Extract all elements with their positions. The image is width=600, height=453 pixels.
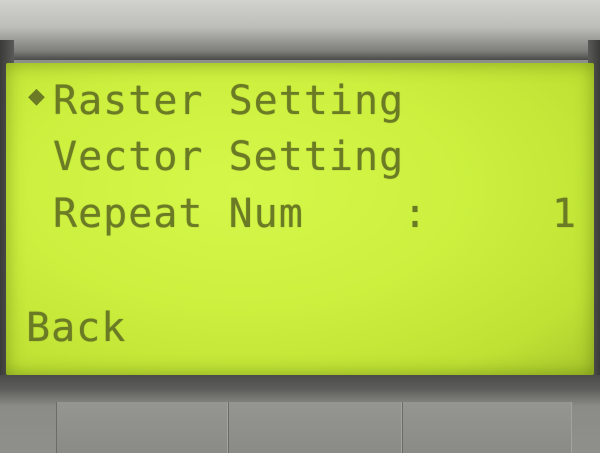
panel-key-3[interactable]: [402, 402, 572, 453]
menu-item-vector-setting[interactable]: Vector Setting: [53, 137, 404, 177]
repeat-num-separator: :: [403, 191, 429, 237]
menu-item-repeat-num[interactable]: Repeat Num: [53, 194, 304, 234]
panel-key-2[interactable]: [228, 402, 402, 453]
panel-key-1[interactable]: [56, 402, 228, 453]
repeat-num-value[interactable]: 1: [552, 194, 577, 234]
selection-cursor-icon: ◆: [28, 84, 45, 109]
lcd-screen: ◆ Raster Setting Vector Setting Repeat N…: [6, 63, 594, 375]
panel-bezel-top: [0, 0, 600, 60]
menu-item-back[interactable]: Back: [26, 308, 126, 348]
menu-item-raster-setting[interactable]: Raster Setting: [53, 81, 404, 121]
laser-control-panel: ◆ Raster Setting Vector Setting Repeat N…: [0, 0, 600, 453]
